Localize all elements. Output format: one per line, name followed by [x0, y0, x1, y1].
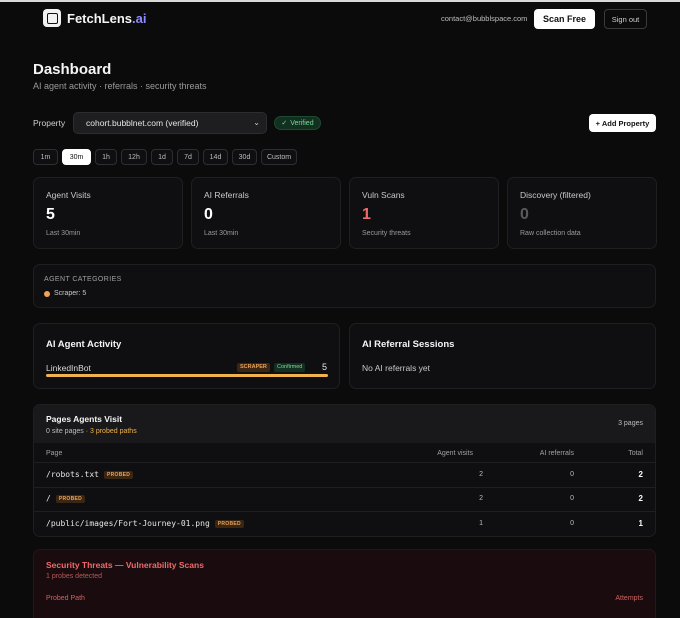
range-30m[interactable]: 30m — [62, 149, 91, 165]
table-row-path[interactable]: / PROBED — [46, 494, 86, 503]
range-custom[interactable]: Custom — [261, 149, 297, 165]
pages-agents-visit-card: Pages Agents Visit 0 site pages · 3 prob… — [33, 404, 656, 537]
check-icon: ✓ — [281, 120, 288, 127]
column-header-total: Total — [628, 450, 643, 457]
cell-ai-referrals: 0 — [570, 471, 574, 478]
table-row-path[interactable]: /robots.txt PROBED — [46, 470, 134, 479]
stat-value: 5 — [46, 206, 55, 223]
agent-share-fill — [46, 374, 328, 377]
categories-title: AGENT CATEGORIES — [44, 276, 122, 283]
app-header: FetchLens.ai contact@bubblspace.com Scan… — [0, 2, 680, 34]
page-subtitle: AI agent activity · referrals · security… — [33, 81, 207, 91]
chevron-down-icon: ⌄ — [253, 118, 260, 127]
panel-title: AI Referral Sessions — [362, 339, 455, 350]
verified-badge: ✓ Verified — [274, 116, 321, 130]
range-30d[interactable]: 30d — [232, 149, 257, 165]
add-property-button[interactable]: + Add Property — [589, 114, 656, 132]
property-selected-value: cohort.bubblnet.com (verified) — [86, 118, 199, 128]
table-header: Pages Agents Visit 0 site pages · 3 prob… — [34, 405, 655, 443]
time-range-selector: 1m 30m 1h 12h 1d 7d 14d 30d Custom — [33, 149, 297, 165]
empty-state: No AI referrals yet — [362, 363, 431, 373]
page-title: Dashboard — [33, 61, 112, 78]
stat-label: Discovery (filtered) — [520, 190, 591, 200]
stat-card-ai-referrals: AI Referrals 0 Last 30min — [191, 177, 341, 249]
stat-card-vuln-scans: Vuln Scans 1 Security threats — [349, 177, 499, 249]
probed-badge: PROBED — [55, 494, 86, 503]
panel-title: AI Agent Activity — [46, 339, 122, 350]
table-title: Pages Agents Visit — [46, 414, 123, 424]
range-1d[interactable]: 1d — [151, 149, 173, 165]
row-divider — [34, 487, 655, 488]
security-title: Security Threats — Vulnerability Scans — [46, 560, 204, 570]
cell-total: 2 — [638, 470, 643, 479]
stat-sub: Raw collection data — [520, 230, 581, 237]
category-badge: SCRAPER — [237, 363, 270, 372]
security-threats-card: Security Threats — Vulnerability Scans 1… — [33, 549, 656, 618]
column-header-agent-visits: Agent visits — [437, 450, 473, 457]
cell-agent-visits: 1 — [479, 520, 483, 527]
stat-value: 0 — [520, 206, 529, 223]
range-12h[interactable]: 12h — [121, 149, 147, 165]
stat-sub: Last 30min — [204, 230, 239, 237]
stat-sub: Security threats — [362, 230, 411, 237]
probed-badge: PROBED — [214, 519, 244, 528]
column-header-probed-path: Probed Path — [46, 595, 85, 602]
stat-card-agent-visits: Agent Visits 5 Last 30min — [33, 177, 183, 249]
logo-icon[interactable] — [43, 9, 61, 27]
range-14d[interactable]: 14d — [203, 149, 228, 165]
cell-total: 2 — [638, 494, 643, 503]
brand-name[interactable]: FetchLens.ai — [67, 11, 146, 26]
column-header-ai-referrals: AI referrals — [539, 450, 574, 457]
cell-ai-referrals: 0 — [570, 495, 574, 502]
table-row-path[interactable]: /public/images/Fort-Journey-01.png PROBE… — [46, 519, 244, 528]
row-divider — [34, 511, 655, 512]
stat-label: Agent Visits — [46, 190, 91, 200]
stat-card-discovery: Discovery (filtered) 0 Raw collection da… — [507, 177, 657, 249]
column-header-page: Page — [46, 450, 63, 457]
cell-agent-visits: 2 — [479, 495, 483, 502]
brand-accent: .ai — [132, 11, 147, 26]
table-count: 3 pages — [618, 420, 643, 427]
range-1h[interactable]: 1h — [95, 149, 117, 165]
ai-agent-activity-card: AI Agent Activity LinkedInBot SCRAPER Co… — [33, 323, 340, 389]
table-subtitle: 0 site pages · 3 probed paths — [46, 428, 137, 435]
row-divider — [34, 462, 655, 463]
cell-agent-visits: 2 — [479, 471, 483, 478]
stat-value: 0 — [204, 206, 213, 223]
agent-name[interactable]: LinkedInBot — [46, 363, 91, 373]
agent-share-bar — [46, 374, 328, 377]
property-label: Property — [33, 118, 66, 128]
property-select[interactable]: cohort.bubblnet.com (verified) ⌄ — [73, 112, 267, 134]
stat-label: Vuln Scans — [362, 190, 405, 200]
stat-sub: Last 30min — [46, 230, 81, 237]
security-subtitle: 1 probes detected — [46, 573, 103, 580]
category-item: Scraper: 5 — [44, 290, 86, 297]
ai-referral-sessions-card: AI Referral Sessions No AI referrals yet — [349, 323, 656, 389]
range-1m[interactable]: 1m — [33, 149, 58, 165]
stat-value: 1 — [362, 206, 371, 223]
user-email: contact@bubblspace.com — [441, 14, 528, 23]
range-7d[interactable]: 7d — [177, 149, 199, 165]
probed-badge: PROBED — [103, 470, 134, 479]
category-dot-icon — [44, 290, 50, 297]
agent-count: 5 — [321, 362, 327, 372]
cell-ai-referrals: 0 — [570, 520, 574, 527]
cell-total: 1 — [638, 519, 643, 528]
stat-label: AI Referrals — [204, 190, 249, 200]
column-header-attempts: Attempts — [615, 595, 643, 602]
scan-free-button[interactable]: Scan Free — [534, 9, 595, 29]
sign-out-button[interactable]: Sign out — [604, 9, 647, 29]
status-badge: Confirmed — [274, 363, 306, 372]
agent-categories-card: AGENT CATEGORIES Scraper: 5 — [33, 264, 656, 308]
